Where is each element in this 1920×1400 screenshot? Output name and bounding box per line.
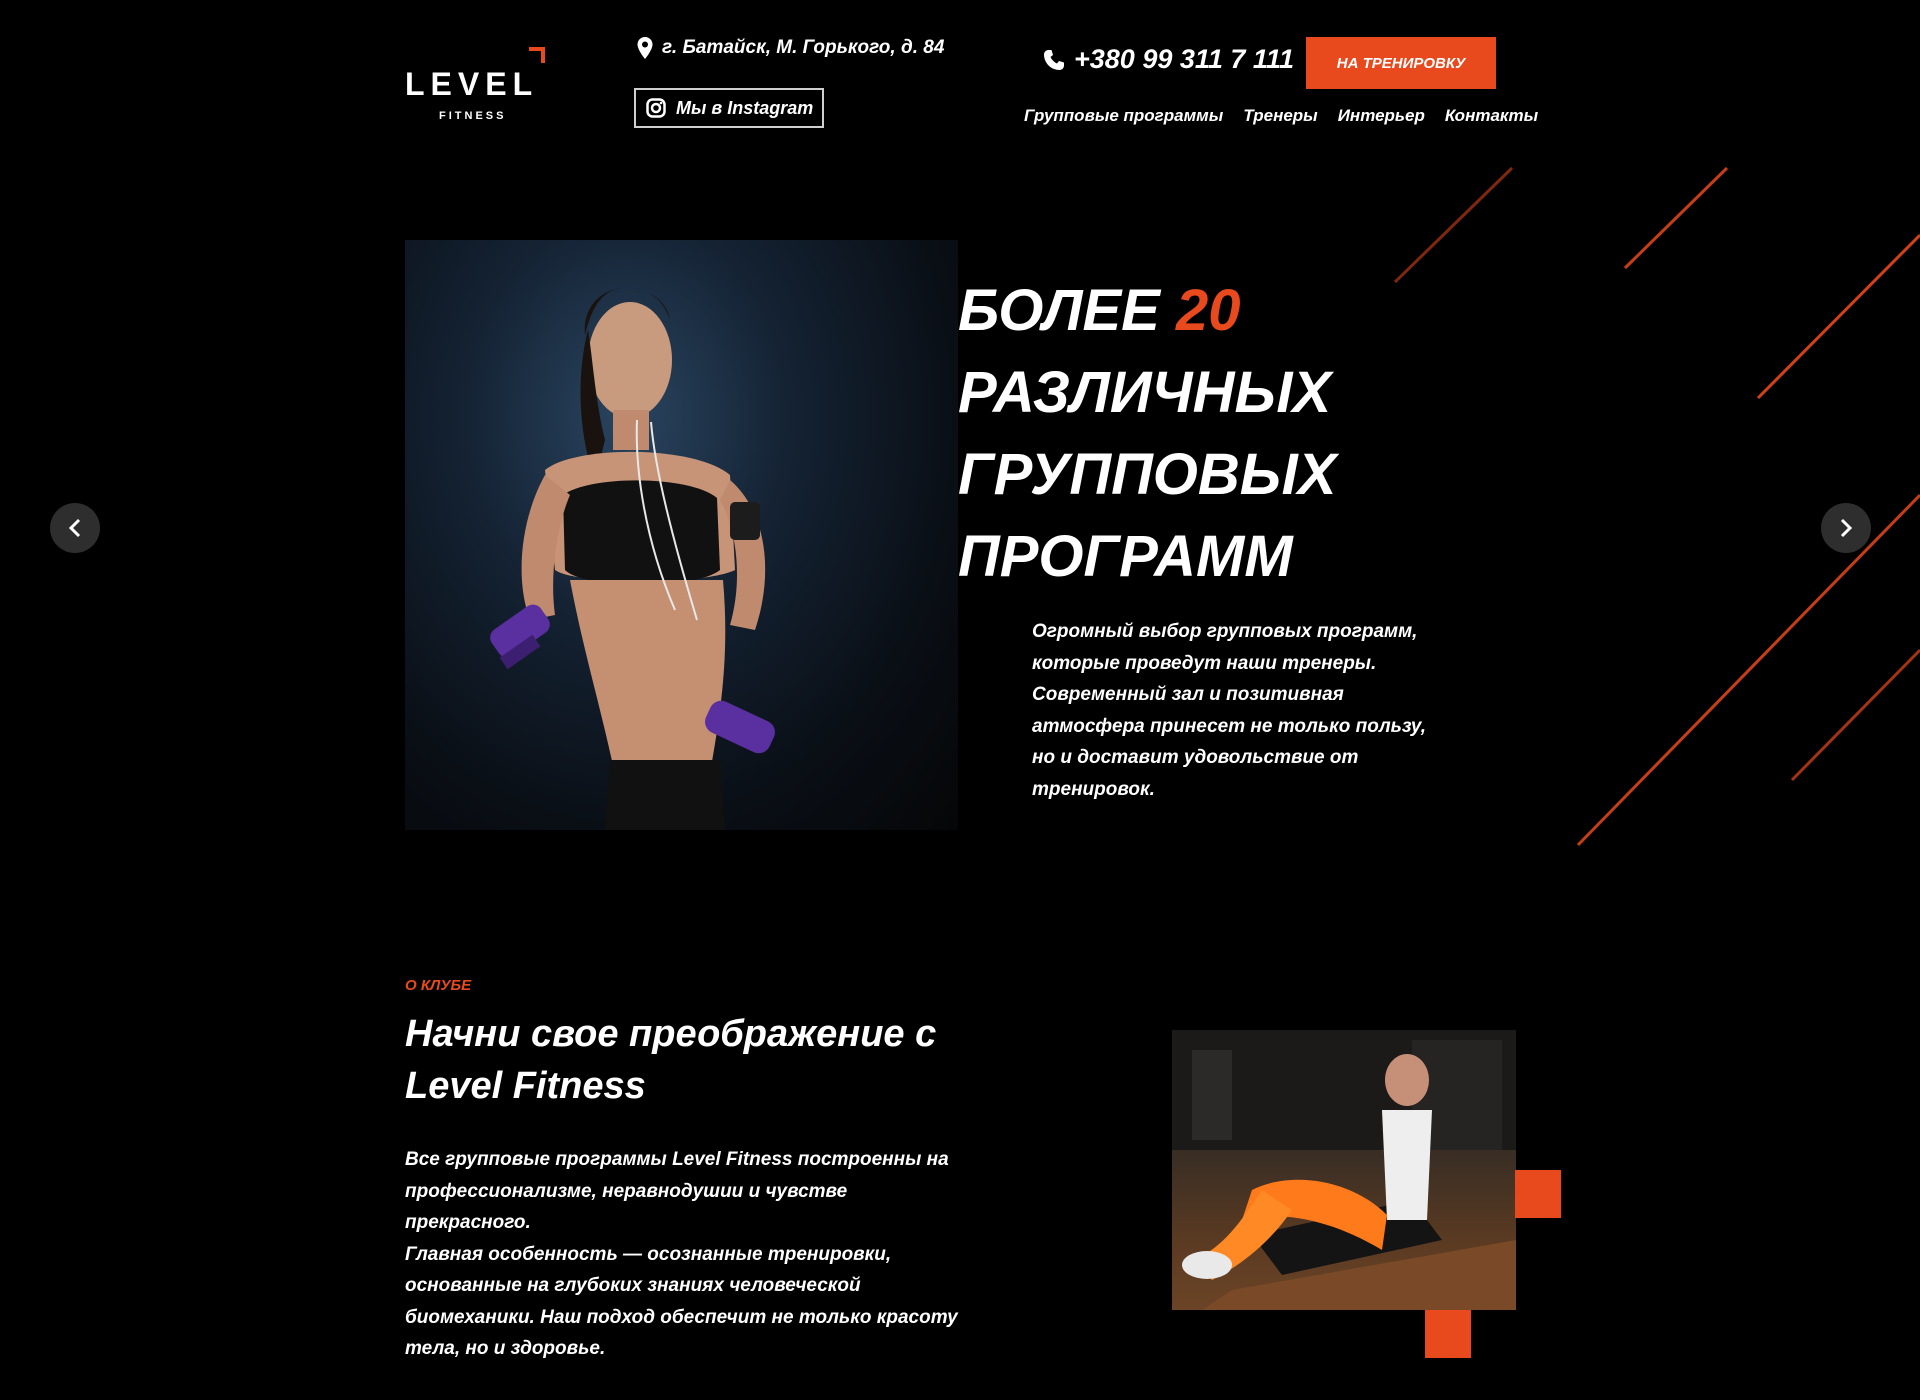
- slider-next-button[interactable]: [1821, 503, 1871, 553]
- hero-title-line3: групповых: [958, 442, 1337, 507]
- map-pin-icon: [637, 37, 653, 59]
- nav-interior[interactable]: Интерьер: [1338, 106, 1425, 126]
- logo[interactable]: LEVEL FITNESS: [405, 42, 545, 127]
- main-nav: Групповые программы Тренеры Интерьер Кон…: [1024, 106, 1538, 126]
- instagram-link[interactable]: Мы в Instagram: [634, 88, 824, 128]
- hero-description: Огромный выбор групповых программ, котор…: [1032, 621, 1427, 800]
- phone-number: +380 99 311 7 111: [1074, 44, 1294, 74]
- logo-subtitle: FITNESS: [439, 110, 507, 122]
- training-signup-button[interactable]: НА ТРЕНИРОВКУ: [1306, 37, 1496, 89]
- about-title: Начни свое преображение с Level Fitness: [405, 1013, 937, 1107]
- hero-title-prefix: Более: [958, 278, 1160, 343]
- hero-image: [405, 240, 958, 830]
- about-paragraph-1: Все групповые программы Level Fitness по…: [405, 1149, 949, 1233]
- address-text: г. Батайск, М. Горького, д. 84: [662, 37, 945, 58]
- nav-contacts[interactable]: Контакты: [1445, 106, 1538, 126]
- hero-title-number: 20: [1176, 278, 1241, 343]
- chevron-left-icon: [68, 518, 81, 538]
- hero-title-line4: программ: [958, 524, 1293, 589]
- about-image: [1172, 1030, 1516, 1310]
- instagram-label: Мы в Instagram: [676, 97, 814, 118]
- decorative-square: [1515, 1170, 1561, 1218]
- slider-prev-button[interactable]: [50, 503, 100, 553]
- about-section-label: О КЛУБЕ: [405, 977, 472, 994]
- phone[interactable]: +380 99 311 7 111: [1042, 44, 1294, 75]
- about-description: Все групповые программы Level Fitness по…: [405, 1144, 965, 1365]
- decorative-square: [1425, 1310, 1471, 1358]
- nav-group-programs[interactable]: Групповые программы: [1024, 106, 1223, 126]
- about-paragraph-2: Главная особенность — осознанные трениро…: [405, 1243, 958, 1360]
- hero-title: Более 20 различных групповых программ: [958, 270, 1336, 598]
- phone-icon: [1044, 49, 1064, 70]
- instagram-icon: [646, 98, 666, 118]
- chevron-right-icon: [1840, 518, 1853, 538]
- logo-corner-mark: [529, 47, 545, 63]
- hero-title-line2: различных: [958, 360, 1332, 425]
- logo-word: LEVEL: [405, 66, 539, 102]
- address: г. Батайск, М. Горького, д. 84: [636, 36, 944, 60]
- nav-trainers[interactable]: Тренеры: [1243, 106, 1317, 126]
